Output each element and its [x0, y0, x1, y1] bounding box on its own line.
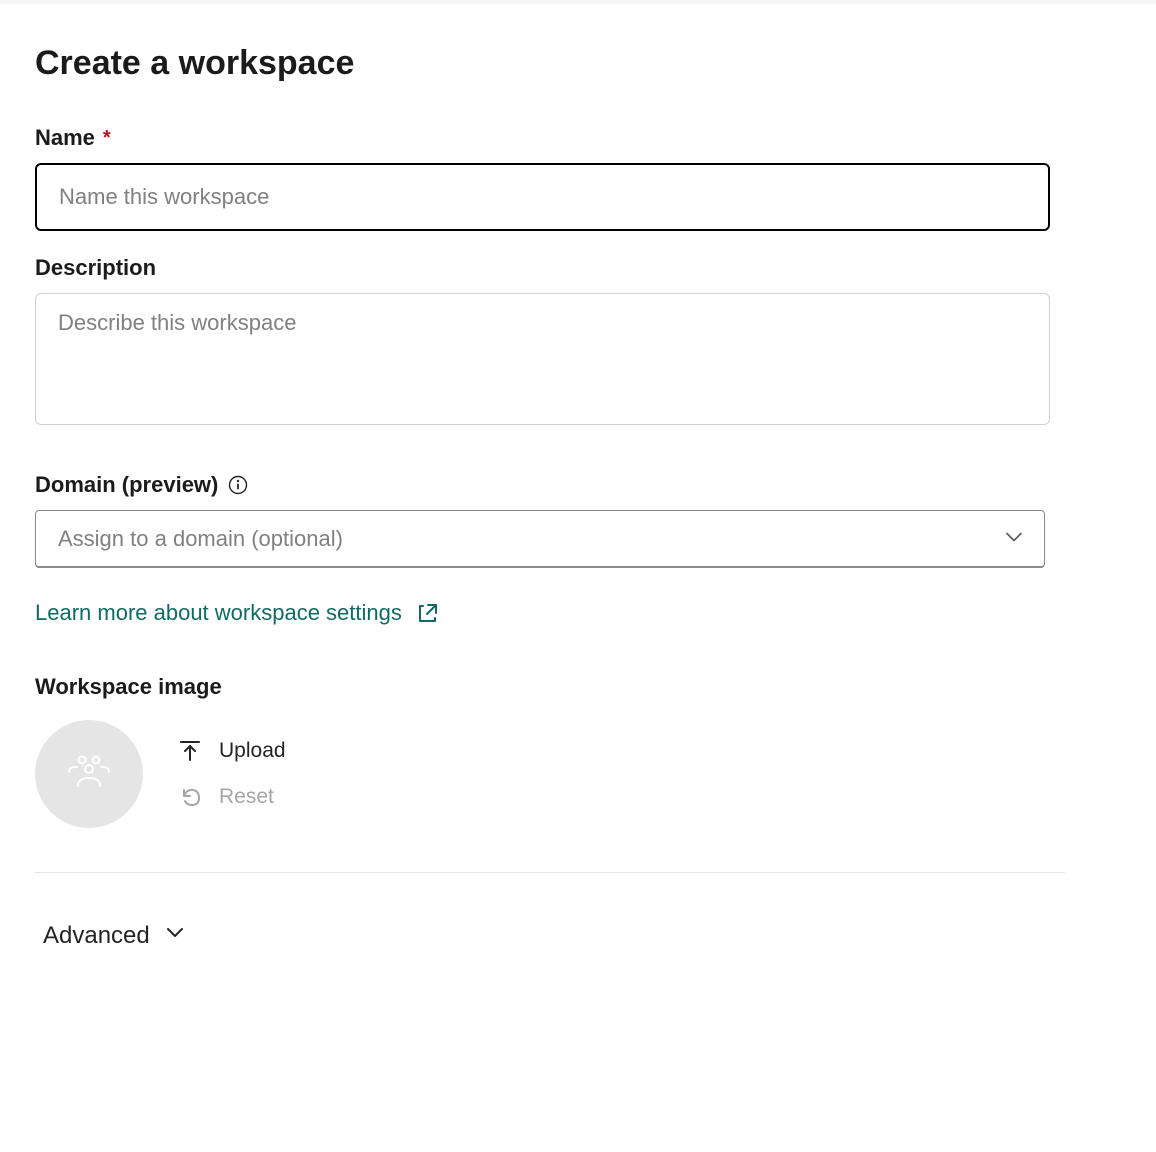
advanced-toggle[interactable]: Advanced — [35, 921, 186, 950]
domain-label: Domain (preview) — [35, 472, 218, 498]
workspace-image-section: Workspace image — [35, 674, 1121, 828]
chevron-down-icon — [164, 921, 186, 950]
advanced-label: Advanced — [43, 922, 150, 950]
name-label: Name — [35, 125, 95, 151]
reset-label: Reset — [219, 785, 274, 809]
domain-field-group: Domain (preview) Assign to a domain (opt… — [35, 472, 1121, 568]
name-input[interactable] — [35, 163, 1050, 231]
info-icon[interactable] — [228, 475, 248, 495]
learn-more-link[interactable]: Learn more about workspace settings — [35, 600, 440, 626]
avatar-placeholder — [35, 720, 143, 828]
description-label-row: Description — [35, 255, 1121, 281]
name-field-group: Name * — [35, 125, 1121, 231]
domain-select-wrapper: Assign to a domain (optional) — [35, 510, 1045, 568]
image-actions: Upload Reset — [179, 739, 286, 809]
reset-button: Reset — [179, 785, 286, 809]
page-title: Create a workspace — [35, 44, 1121, 83]
workspace-image-label: Workspace image — [35, 674, 1121, 700]
workspace-form-container: Create a workspace Name * Description Do… — [0, 4, 1156, 950]
learn-more-text: Learn more about workspace settings — [35, 600, 402, 626]
description-label: Description — [35, 255, 156, 281]
image-section-row: Upload Reset — [35, 720, 1121, 828]
upload-label: Upload — [219, 739, 286, 763]
description-input[interactable] — [35, 293, 1050, 425]
required-asterisk: * — [103, 127, 111, 150]
name-label-row: Name * — [35, 125, 1121, 151]
description-field-group: Description — [35, 255, 1121, 430]
reset-icon — [179, 786, 201, 808]
upload-button[interactable]: Upload — [179, 739, 286, 763]
people-icon — [64, 754, 114, 794]
domain-label-row: Domain (preview) — [35, 472, 1121, 498]
upload-icon — [179, 740, 201, 762]
external-link-icon — [416, 601, 440, 625]
domain-select[interactable]: Assign to a domain (optional) — [35, 510, 1045, 568]
section-divider — [35, 872, 1065, 873]
